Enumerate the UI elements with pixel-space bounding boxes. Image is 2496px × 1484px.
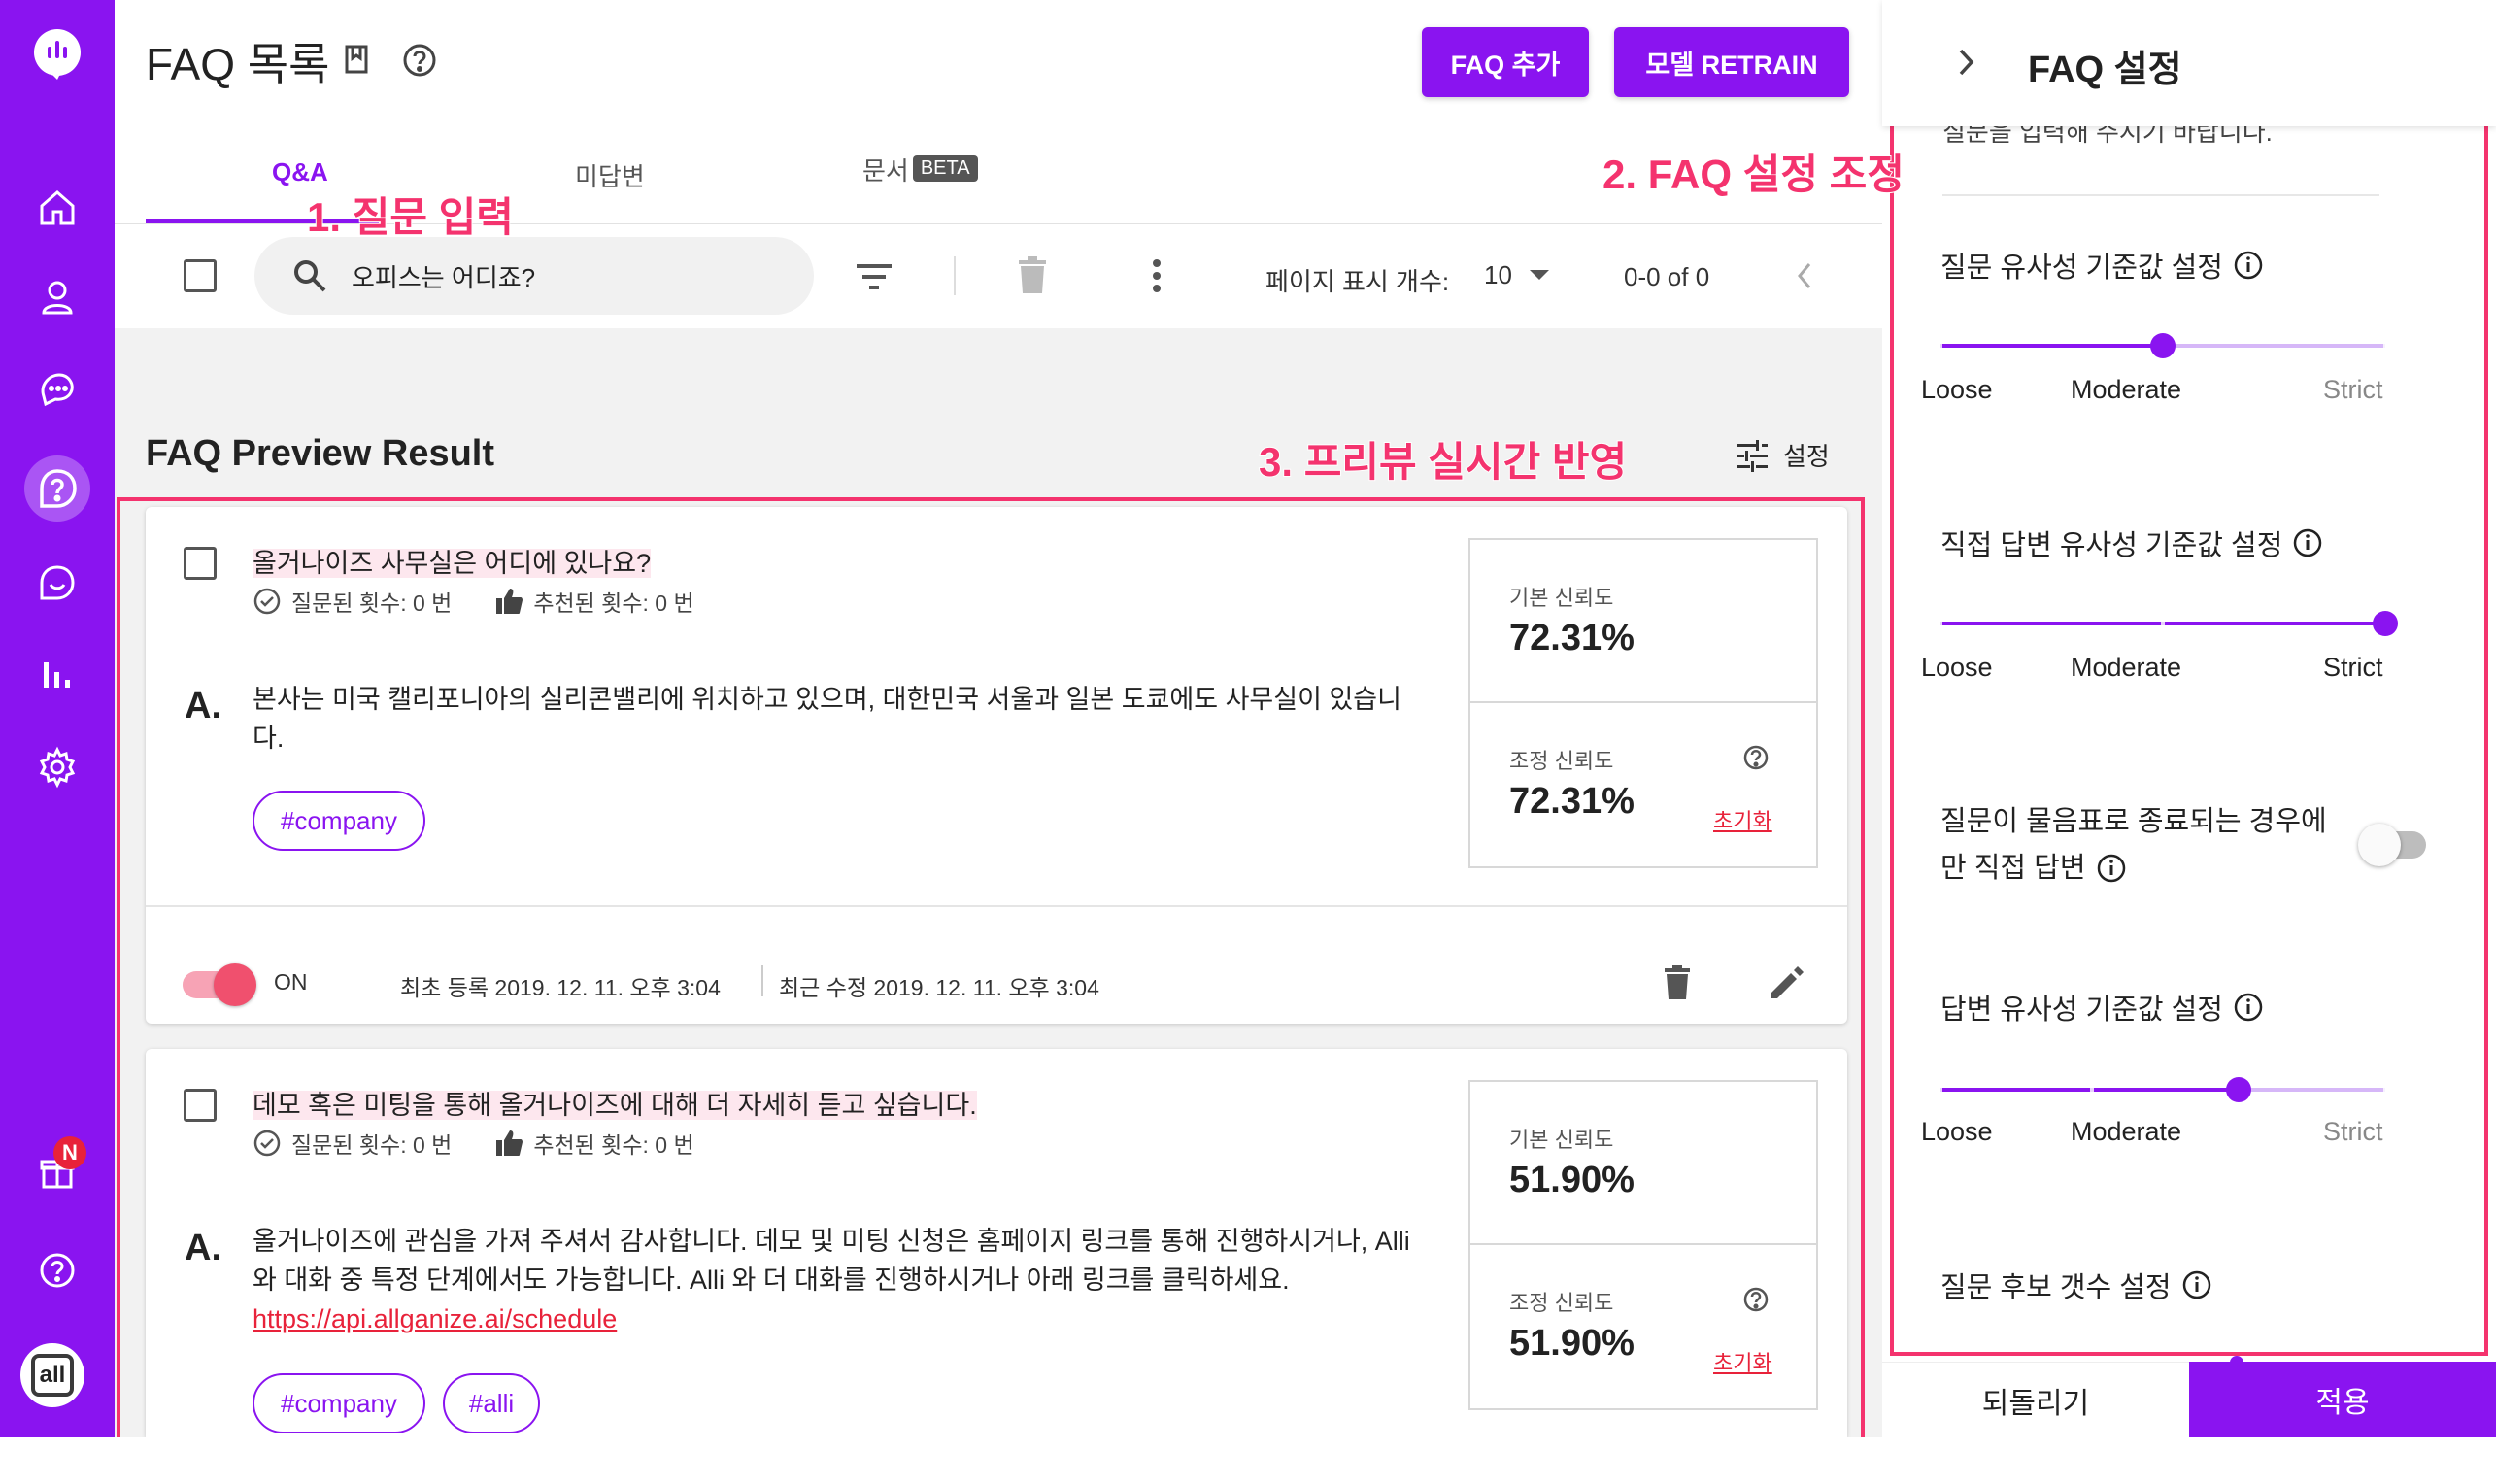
home-icon[interactable] bbox=[24, 175, 90, 241]
preview-title: FAQ Preview Result bbox=[146, 433, 495, 474]
user-icon[interactable] bbox=[24, 264, 90, 330]
conversation-icon[interactable] bbox=[24, 355, 90, 422]
tab-documents-label: 문서 bbox=[862, 156, 909, 186]
panel-title: FAQ 설정 bbox=[2028, 50, 2182, 90]
pagination-range: 0-0 of 0 bbox=[1624, 262, 1710, 291]
dropdown-arrow-icon bbox=[1529, 269, 1549, 282]
page-size-label: 페이지 표시 개수: bbox=[1265, 267, 1450, 296]
revert-button[interactable]: 되돌리기 bbox=[1882, 1362, 2189, 1437]
apply-button[interactable]: 적용 bbox=[2189, 1362, 2496, 1437]
search-input-value: 오피스는 어디죠? bbox=[352, 262, 536, 292]
faq-icon[interactable] bbox=[24, 455, 90, 522]
delete-icon[interactable] bbox=[1016, 256, 1049, 295]
help-icon[interactable] bbox=[24, 1237, 90, 1303]
annotation-box-preview bbox=[117, 497, 1865, 1437]
alli-logo-icon[interactable] bbox=[24, 21, 90, 87]
preview-settings-label: 설정 bbox=[1783, 442, 1830, 471]
tab-documents[interactable]: 문서 BETA bbox=[862, 152, 978, 187]
annotation-box-settings bbox=[1890, 16, 2488, 1356]
avatar[interactable]: all bbox=[20, 1343, 84, 1407]
retrain-model-button[interactable]: 모델 RETRAIN bbox=[1614, 27, 1849, 97]
annotation-step-1: 1. 질문 입력 bbox=[306, 193, 515, 241]
tune-icon bbox=[1735, 438, 1770, 473]
left-nav: N all bbox=[0, 0, 115, 1437]
add-faq-button[interactable]: FAQ 추가 bbox=[1422, 27, 1589, 97]
tab-qna[interactable]: Q&A bbox=[272, 157, 328, 187]
analytics-icon[interactable] bbox=[24, 641, 90, 707]
preview-settings-button[interactable]: 설정 bbox=[1735, 437, 1830, 473]
chat-bubble-icon[interactable] bbox=[24, 550, 90, 616]
help-circle-icon[interactable] bbox=[402, 43, 437, 78]
toolbar-divider bbox=[954, 256, 956, 295]
annotation-step-2: 2. FAQ 설정 조정 bbox=[1602, 151, 1906, 198]
beta-badge: BETA bbox=[912, 155, 978, 182]
search-input[interactable]: 오피스는 어디죠? bbox=[254, 237, 814, 315]
search-icon bbox=[291, 257, 328, 294]
notification-badge: N bbox=[53, 1136, 86, 1169]
select-all-checkbox[interactable] bbox=[184, 259, 217, 292]
annotation-step-3: 3. 프리뷰 실시간 반영 bbox=[1258, 438, 1628, 486]
settings-icon[interactable] bbox=[24, 734, 90, 800]
chevron-right-icon[interactable] bbox=[1956, 47, 1977, 78]
bookmark-icon[interactable] bbox=[340, 43, 373, 78]
filter-icon[interactable] bbox=[855, 260, 894, 293]
tab-unanswered[interactable]: 미답변 bbox=[575, 157, 645, 193]
gift-icon[interactable]: N bbox=[24, 1136, 90, 1204]
more-vert-icon[interactable] bbox=[1152, 258, 1162, 293]
chevron-left-icon[interactable] bbox=[1795, 260, 1814, 291]
panel-header: FAQ 설정 bbox=[1882, 0, 2496, 126]
page-size-value: 10 bbox=[1484, 260, 1512, 289]
page-title: FAQ 목록 bbox=[146, 39, 330, 89]
page-size-select[interactable]: 10 bbox=[1484, 260, 1549, 290]
